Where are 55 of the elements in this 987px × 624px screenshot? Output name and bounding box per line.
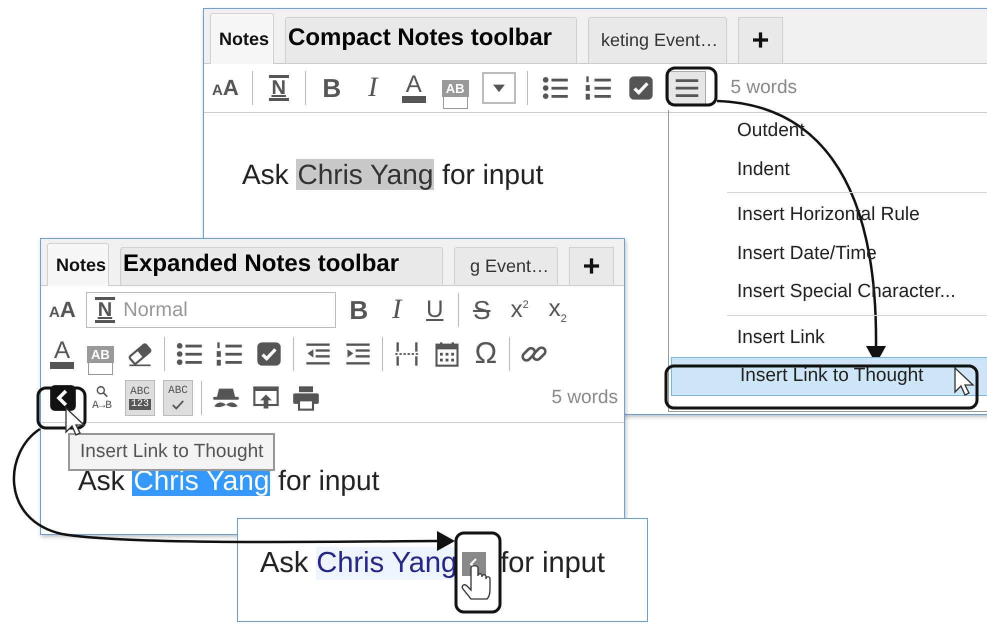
menu-item[interactable]: Indent	[669, 150, 987, 189]
paragraph-style-button[interactable]: N	[264, 71, 294, 105]
numbered-list-icon	[214, 340, 243, 368]
spell-numbers-button[interactable]: ABC 123	[125, 380, 156, 416]
spellcheck-button[interactable]: ABC	[163, 380, 194, 416]
bullet-list-icon	[540, 74, 569, 102]
italic-button[interactable]: I	[382, 293, 412, 327]
tab[interactable]: Notes	[47, 243, 109, 286]
bold-button[interactable]: B	[316, 71, 347, 105]
tab[interactable]: Compact Notes toolbar	[285, 17, 577, 63]
callout-label: Expanded Notes toolbar	[123, 250, 400, 278]
more-menu-button[interactable]	[668, 71, 706, 105]
person-link[interactable]: Chris Yang	[316, 547, 458, 580]
highlight-frame	[666, 66, 718, 106]
special-character-button[interactable]: Ω	[470, 337, 501, 371]
bold-button[interactable]: B	[344, 293, 374, 327]
menu-item[interactable]: Insert Link	[669, 318, 987, 357]
subscript-button[interactable]: x$_{2}$	[542, 293, 573, 327]
hand-cursor-icon	[462, 565, 491, 600]
tooltip: Insert Link to Thought	[68, 433, 276, 471]
callout-label: Compact Notes toolbar	[288, 24, 552, 52]
style-field[interactable]: N Normal	[86, 292, 336, 328]
tab[interactable]: Expanded Notes toolbar	[120, 247, 443, 285]
tab[interactable]: g Event…	[454, 247, 558, 285]
magnifier-icon	[95, 384, 109, 398]
note-text: for input	[500, 547, 605, 580]
cursor-icon	[954, 366, 975, 396]
checkbox-icon	[626, 74, 655, 102]
menu-item[interactable]: Insert Link to Thought	[671, 357, 987, 396]
numbered-list-icon	[584, 74, 612, 102]
font-size-button[interactable]: AA	[210, 71, 241, 105]
underline-button[interactable]: U	[420, 293, 450, 327]
tab[interactable]: Notes	[210, 13, 274, 64]
word-count: 5 words	[730, 77, 798, 99]
new-tab-button[interactable]: +	[738, 17, 783, 63]
checkbox-icon	[254, 340, 283, 368]
new-tab-button[interactable]: +	[569, 247, 614, 285]
italic-button[interactable]: I	[358, 71, 388, 105]
bullet-list-icon	[174, 340, 203, 368]
superscript-button[interactable]: x$^{2}$	[504, 293, 535, 327]
strikethrough-button[interactable]: S	[466, 293, 497, 327]
note-text: Ask	[260, 547, 308, 580]
font-color-button[interactable]: A	[47, 337, 77, 371]
printer-icon	[292, 384, 320, 412]
font-color-button[interactable]: A	[398, 71, 429, 105]
calendar-icon	[432, 340, 461, 368]
tab[interactable]: keting Event…	[588, 17, 727, 63]
highlight-frame	[36, 386, 86, 430]
horizontal-rule-icon	[392, 340, 421, 368]
cursor-icon	[65, 406, 86, 436]
find-replace-button[interactable]: A→B	[87, 381, 117, 415]
font-size-button[interactable]: AA	[47, 293, 78, 327]
word-count: 5 words	[551, 387, 618, 409]
menu-item[interactable]: Outdent	[669, 112, 987, 150]
dropdown-button[interactable]	[482, 72, 516, 104]
